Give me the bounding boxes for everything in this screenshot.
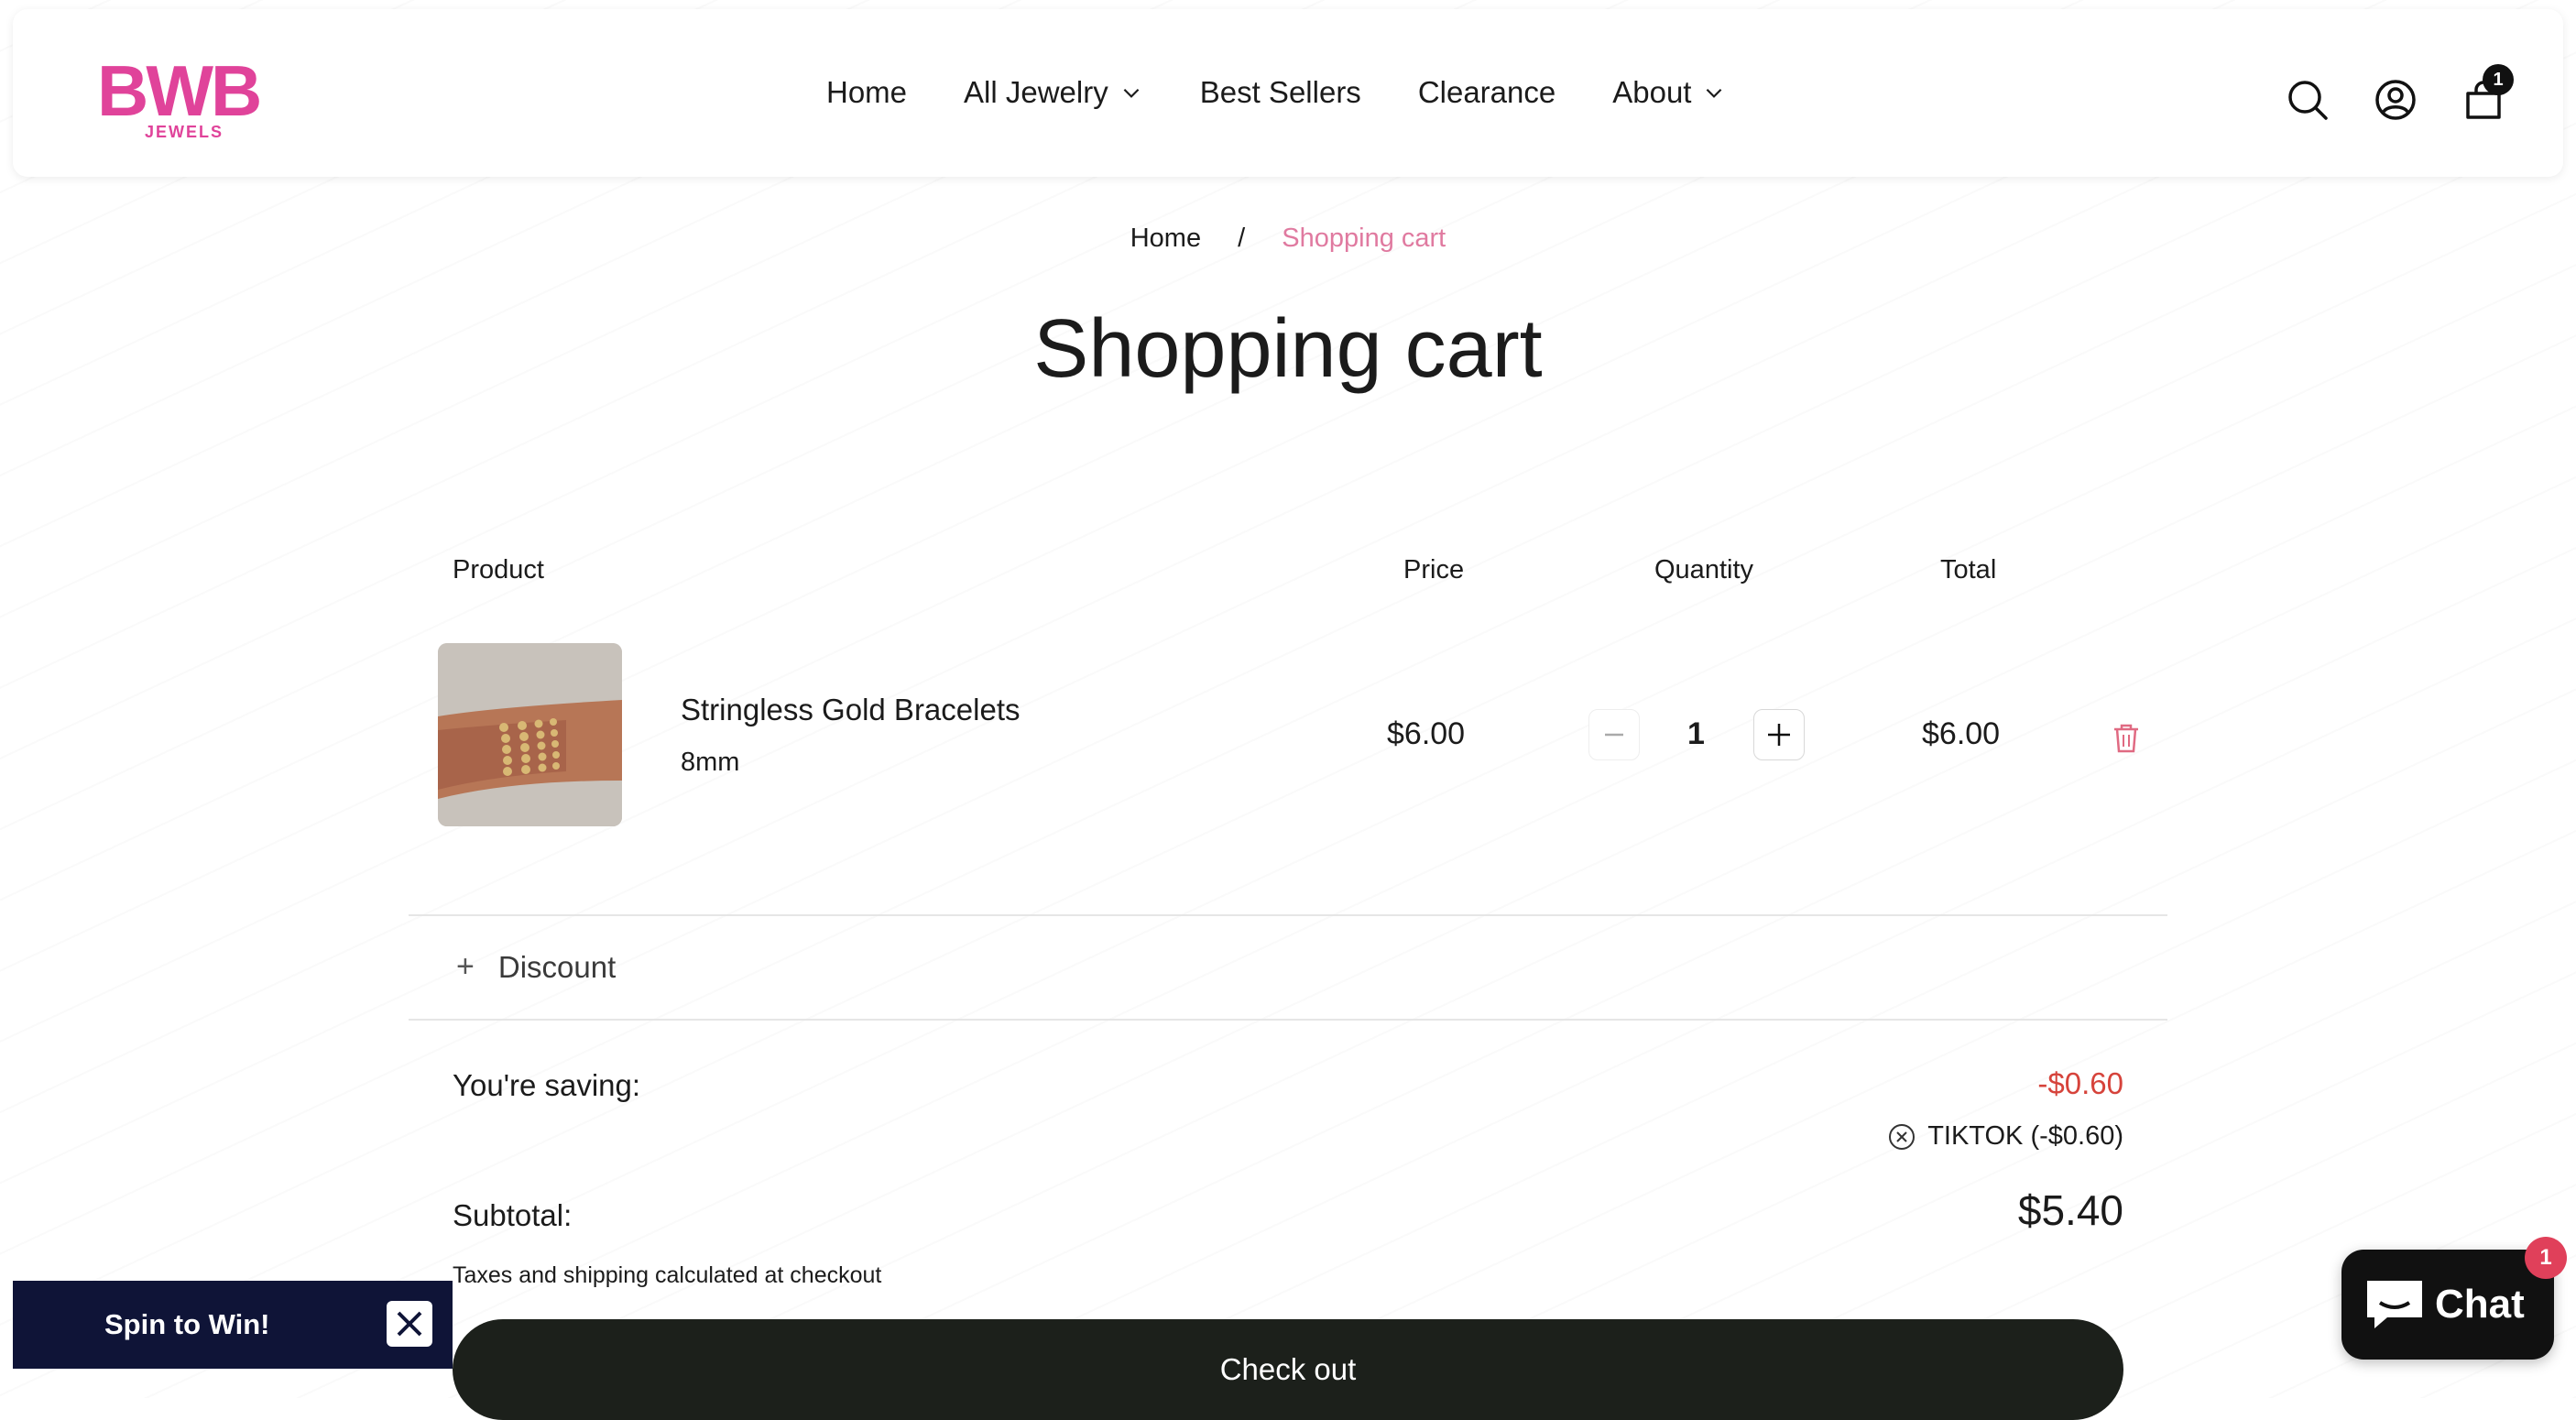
quantity-value[interactable]: 1 (1687, 716, 1705, 752)
discount-toggle[interactable]: + Discount (456, 949, 616, 985)
tax-note: Taxes and shipping calculated at checkou… (453, 1262, 882, 1288)
brand-logo[interactable]: BWB JEWELS (97, 53, 289, 145)
product-thumbnail[interactable] (438, 643, 622, 826)
nav-home-label: Home (826, 75, 908, 109)
chat-button[interactable]: Chat (2341, 1250, 2554, 1360)
breadcrumb-current: Shopping cart (1282, 224, 1446, 253)
minus-icon (1605, 733, 1623, 737)
nav-all-jewelry[interactable]: All Jewelry (964, 75, 1143, 110)
nav-best-sellers[interactable]: Best Sellers (1200, 75, 1361, 110)
product-image (438, 643, 622, 826)
chat-label: Chat (2435, 1282, 2525, 1327)
saving-value: -$0.60 (2037, 1066, 2123, 1100)
background-watermark (0, 0, 2576, 1398)
column-header-price: Price (1403, 555, 1465, 584)
divider (409, 914, 2167, 916)
discount-plus-icon: + (456, 949, 475, 984)
account-icon[interactable] (2373, 77, 2418, 123)
item-total: $6.00 (1922, 716, 2001, 751)
trash-icon[interactable] (2111, 722, 2142, 755)
spin-to-win-label: Spin to Win! (104, 1308, 270, 1340)
nav-about-label: About (1612, 75, 1692, 109)
chevron-down-icon (1123, 88, 1140, 98)
remove-code-icon[interactable] (1887, 1122, 1916, 1152)
divider (409, 1019, 2167, 1021)
nav-all-jewelry-label: All Jewelry (964, 75, 1108, 109)
page-title: Shopping cart (1033, 303, 1543, 395)
site-header: BWB JEWELS Home All Jewelry Best Sellers… (13, 9, 2563, 177)
quantity-increase-button[interactable] (1753, 709, 1805, 760)
close-icon (397, 1311, 422, 1337)
chat-notification-badge: 1 (2525, 1237, 2567, 1279)
applied-discount-code: TIKTOK (-$0.60) (1887, 1121, 2123, 1152)
breadcrumb-home[interactable]: Home (1130, 224, 1201, 253)
search-icon[interactable] (2285, 77, 2330, 123)
column-header-quantity: Quantity (1654, 555, 1753, 584)
spin-close-button[interactable] (387, 1301, 432, 1347)
nav-best-sellers-label: Best Sellers (1199, 75, 1361, 109)
discount-code-text: TIKTOK (-$0.60) (1927, 1121, 2123, 1151)
saving-label: You're saving: (453, 1068, 641, 1102)
chat-bubble-icon (2367, 1281, 2422, 1328)
product-name[interactable]: Stringless Gold Bracelets (681, 693, 1021, 727)
column-header-product: Product (453, 555, 544, 584)
nav-clearance[interactable]: Clearance (1418, 75, 1555, 110)
plus-icon (1768, 724, 1790, 746)
nav-home[interactable]: Home (826, 75, 907, 110)
column-header-total: Total (1940, 555, 1997, 584)
chevron-down-icon (1707, 88, 1722, 98)
subtotal-label: Subtotal: (453, 1198, 573, 1232)
breadcrumb-separator: / (1238, 224, 1246, 253)
logo-subtext: JEWELS (145, 123, 224, 141)
quantity-decrease-button[interactable] (1588, 709, 1640, 760)
discount-label: Discount (497, 949, 617, 984)
logo-text: BWB (97, 50, 262, 131)
checkout-button[interactable]: Check out (453, 1319, 2123, 1420)
subtotal-value: $5.40 (2017, 1186, 2123, 1234)
breadcrumb: Home / Shopping cart (0, 224, 2576, 254)
cart-count-badge: 1 (2483, 64, 2514, 95)
item-price: $6.00 (1387, 716, 1466, 751)
nav-clearance-label: Clearance (1417, 75, 1556, 109)
product-variant: 8mm (681, 748, 740, 777)
nav-about[interactable]: About (1612, 75, 1726, 110)
main-nav: Home All Jewelry Best Sellers Clearance … (826, 75, 1783, 110)
spin-to-win-widget[interactable]: Spin to Win! (13, 1281, 453, 1369)
